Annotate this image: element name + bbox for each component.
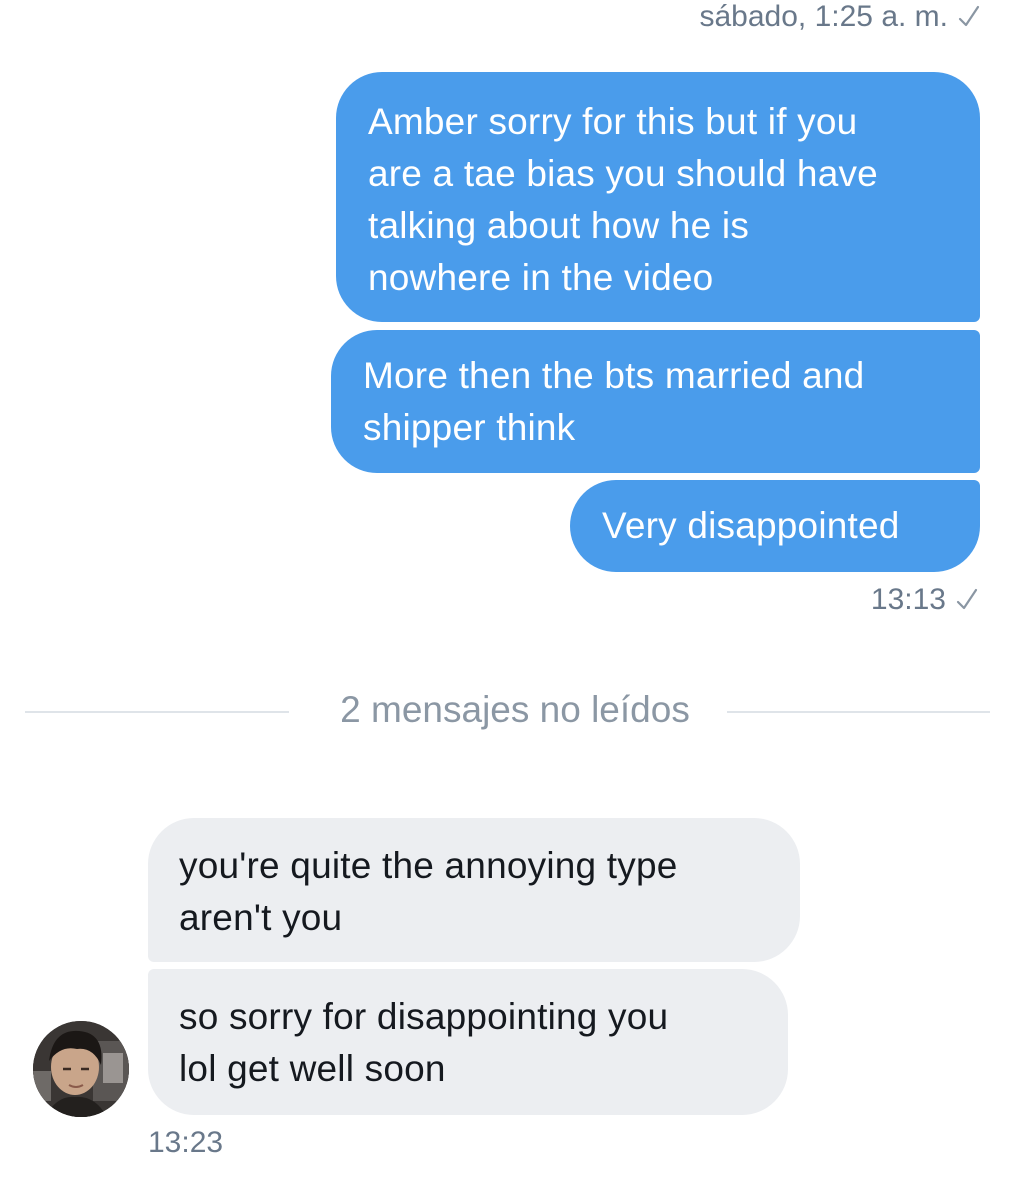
unread-divider: 2 mensajes no leídos xyxy=(340,689,690,730)
outgoing-message-1[interactable]: Amber sorry for this but if you are a ta… xyxy=(336,72,980,322)
outgoing-message-3[interactable]: Very disappointed xyxy=(570,480,980,572)
incoming-timestamp: 13:23 xyxy=(148,1126,224,1159)
incoming-message-2[interactable]: so sorry for disappointing you lol get w… xyxy=(148,969,788,1115)
header-timestamp: sábado, 1:25 a. m. xyxy=(699,0,949,33)
outgoing-message-2-text: More then the bts married and shipper th… xyxy=(363,355,865,448)
user-avatar[interactable] xyxy=(33,1021,129,1117)
outgoing-message-3-text: Very disappointed xyxy=(602,505,900,546)
incoming-message-1[interactable]: you're quite the annoying type aren't yo… xyxy=(148,818,800,962)
outgoing-timestamp-row: 13:13 xyxy=(871,583,978,617)
checkmark-icon xyxy=(956,587,978,613)
outgoing-message-2[interactable]: More then the bts married and shipper th… xyxy=(331,330,980,473)
checkmark-icon xyxy=(958,4,980,30)
header-timestamp-row: sábado, 1:25 a. m. xyxy=(700,0,981,34)
incoming-message-2-text: so sorry for disappointing you lol get w… xyxy=(179,996,669,1089)
incoming-message-1-text: you're quite the annoying type aren't yo… xyxy=(179,845,678,938)
outgoing-timestamp: 13:13 xyxy=(870,583,946,616)
outgoing-message-1-text: Amber sorry for this but if you are a ta… xyxy=(368,101,878,298)
